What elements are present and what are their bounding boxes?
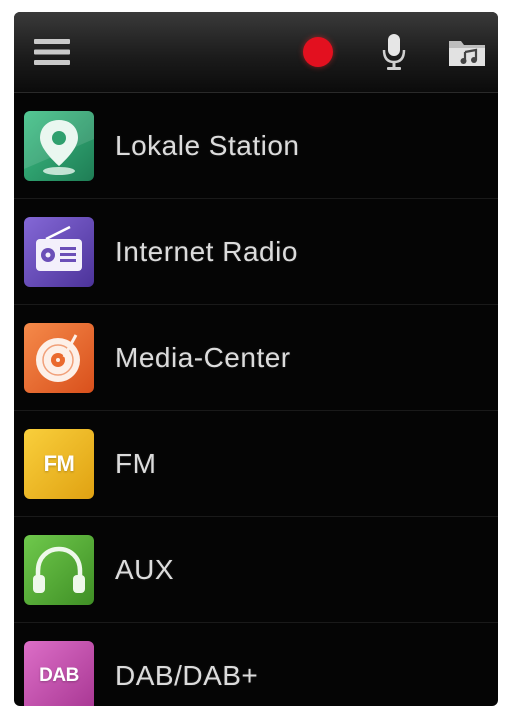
radio-icon [24,217,94,287]
headphones-icon [24,535,94,605]
source-list: Lokale Station Internet Radio Media-Cent… [14,93,498,706]
microphone-icon [382,34,406,70]
source-item-internet-radio[interactable]: Internet Radio [14,199,498,305]
source-label: Lokale Station [115,129,300,161]
source-item-dab[interactable]: DAB DAB/DAB+ [14,623,498,706]
dab-icon: DAB [24,641,94,706]
location-pin-icon [24,111,94,181]
radio-app-screen: Lokale Station Internet Radio Media-Cent… [14,12,498,706]
top-toolbar [14,12,498,93]
music-folder-icon [449,41,485,66]
source-label: AUX [115,553,175,585]
source-item-fm[interactable]: FM FM [14,411,498,517]
menu-button[interactable] [24,12,80,92]
source-item-aux[interactable]: AUX [14,517,498,623]
vinyl-disc-icon [24,323,94,393]
source-label: DAB/DAB+ [115,659,259,691]
record-button[interactable] [296,12,340,92]
source-label: Media-Center [115,341,291,373]
source-label: FM [115,447,157,479]
dab-icon-text: DAB [39,665,79,686]
source-item-media-center[interactable]: Media-Center [14,305,498,411]
fm-icon: FM [24,429,94,499]
record-dot-icon [303,37,333,67]
source-label: Internet Radio [115,235,298,267]
source-item-lokale-station[interactable]: Lokale Station [14,93,498,199]
microphone-button[interactable] [372,12,416,92]
music-folder-button[interactable] [442,12,492,92]
fm-icon-text: FM [43,451,75,476]
hamburger-menu-icon [34,39,70,65]
